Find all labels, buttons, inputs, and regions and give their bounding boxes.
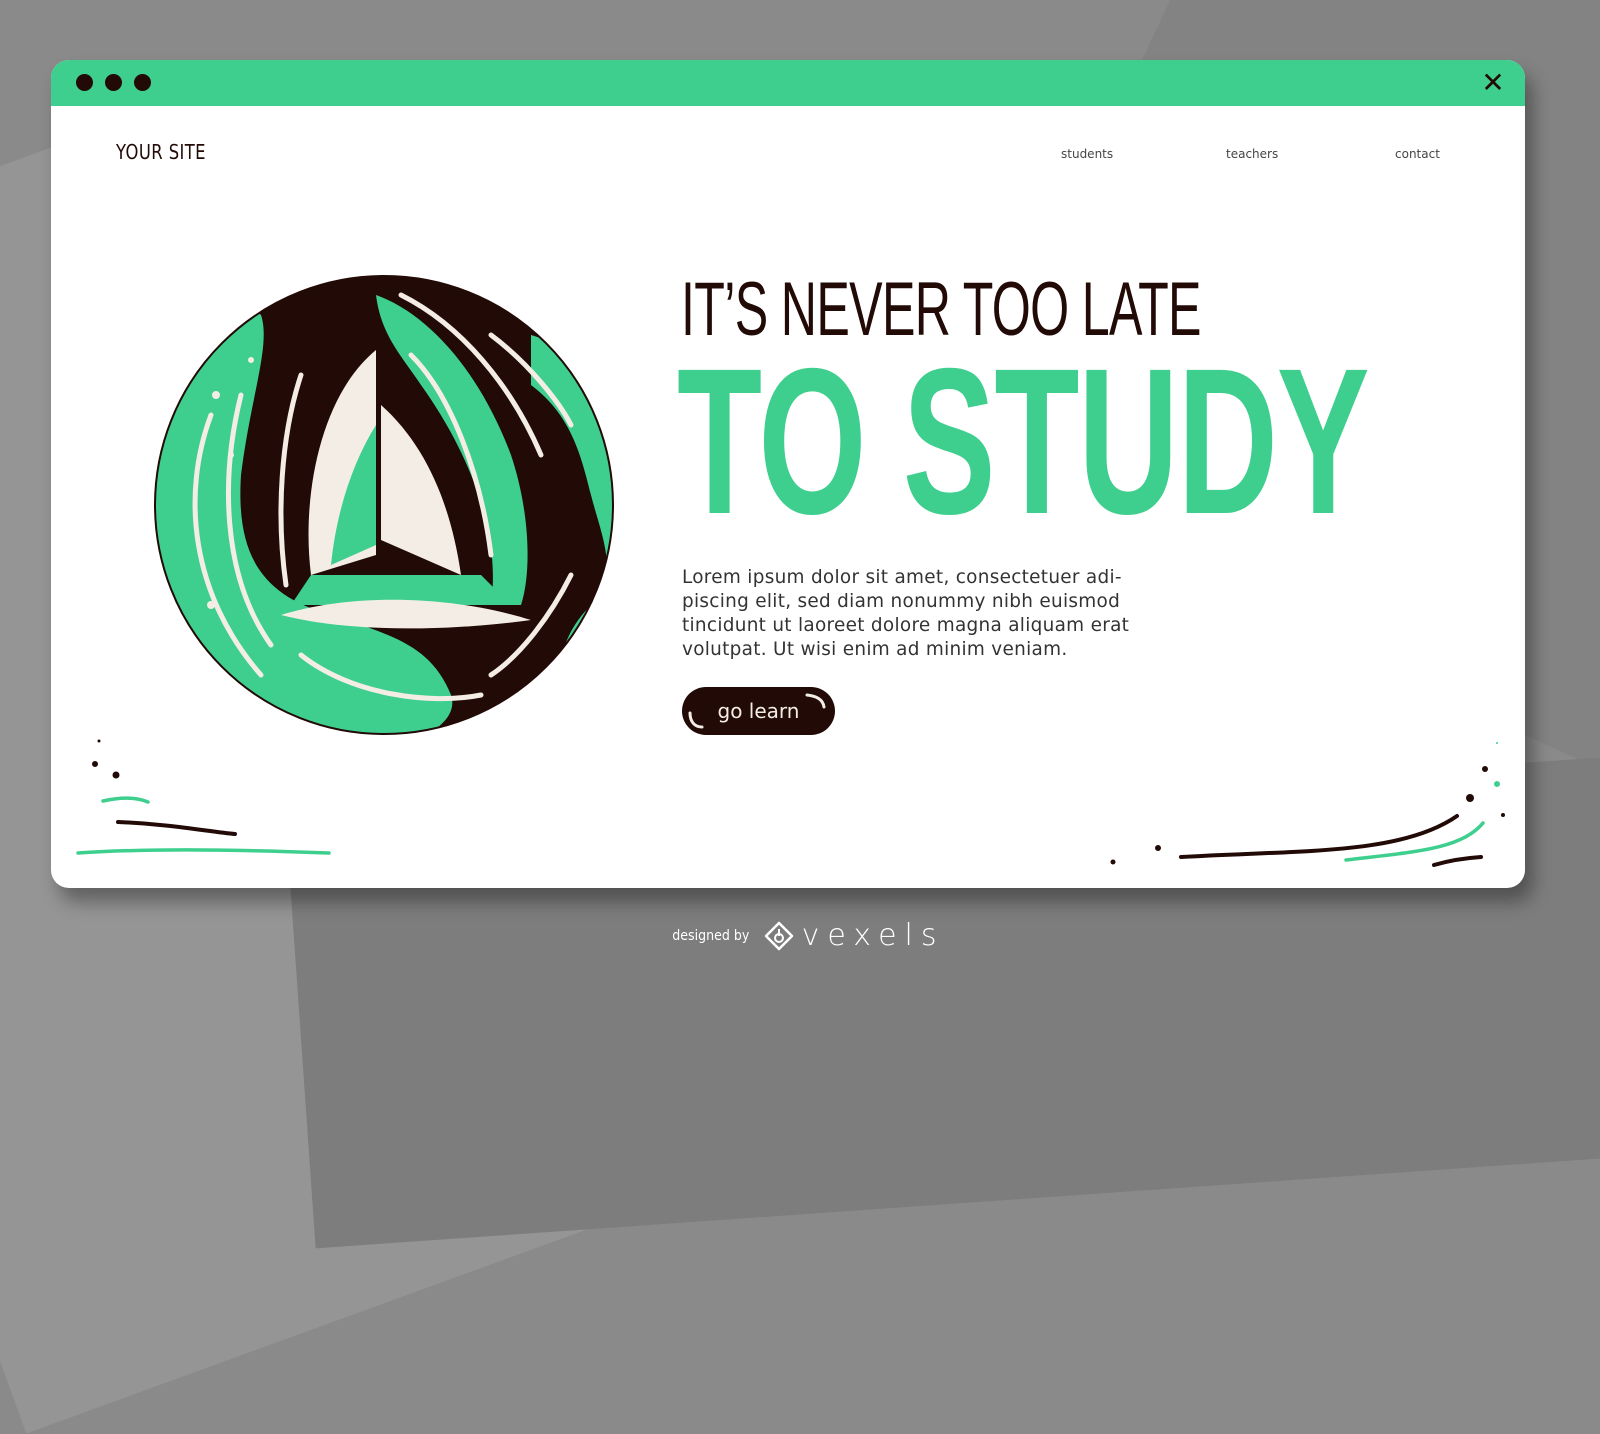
go-learn-label: go learn bbox=[717, 699, 800, 723]
close-icon[interactable]: ✕ bbox=[1479, 69, 1507, 97]
description-line: volutpat. Ut wisi enim ad minim veniam. bbox=[682, 638, 1068, 660]
window-control-dot[interactable] bbox=[76, 74, 93, 91]
site-logo[interactable]: YOUR SITE bbox=[116, 140, 206, 164]
nav-link-contact[interactable]: contact bbox=[1395, 147, 1440, 161]
nav-link-students[interactable]: students bbox=[1061, 147, 1113, 161]
go-learn-button[interactable]: go learn bbox=[682, 687, 835, 735]
hero-description: Lorem ipsum dolor sit amet, consectetuer… bbox=[682, 565, 1167, 661]
description-line: tincidunt ut laoreet dolore magna aliqua… bbox=[682, 614, 1130, 636]
window-control-dot[interactable] bbox=[134, 74, 151, 91]
nav-link-teachers[interactable]: teachers bbox=[1226, 147, 1278, 161]
credit-brand[interactable]: vexels bbox=[802, 918, 945, 953]
credit-footer: designed by vexels bbox=[668, 918, 945, 953]
description-line: piscing elit, sed diam nonummy nibh euis… bbox=[682, 590, 1121, 612]
tunnel-globe-illustration bbox=[154, 275, 614, 735]
vexels-logo-icon bbox=[764, 921, 793, 950]
credit-prefix: designed by bbox=[672, 927, 750, 944]
window-titlebar: ✕ bbox=[51, 60, 1525, 106]
window-control-dot[interactable] bbox=[105, 74, 122, 91]
browser-window: ✕ YOUR SITE students teachers contact IT… bbox=[51, 60, 1525, 888]
description-line: Lorem ipsum dolor sit amet, consectetuer… bbox=[682, 566, 1122, 588]
headline-accent: TO STUDY bbox=[677, 326, 1370, 558]
